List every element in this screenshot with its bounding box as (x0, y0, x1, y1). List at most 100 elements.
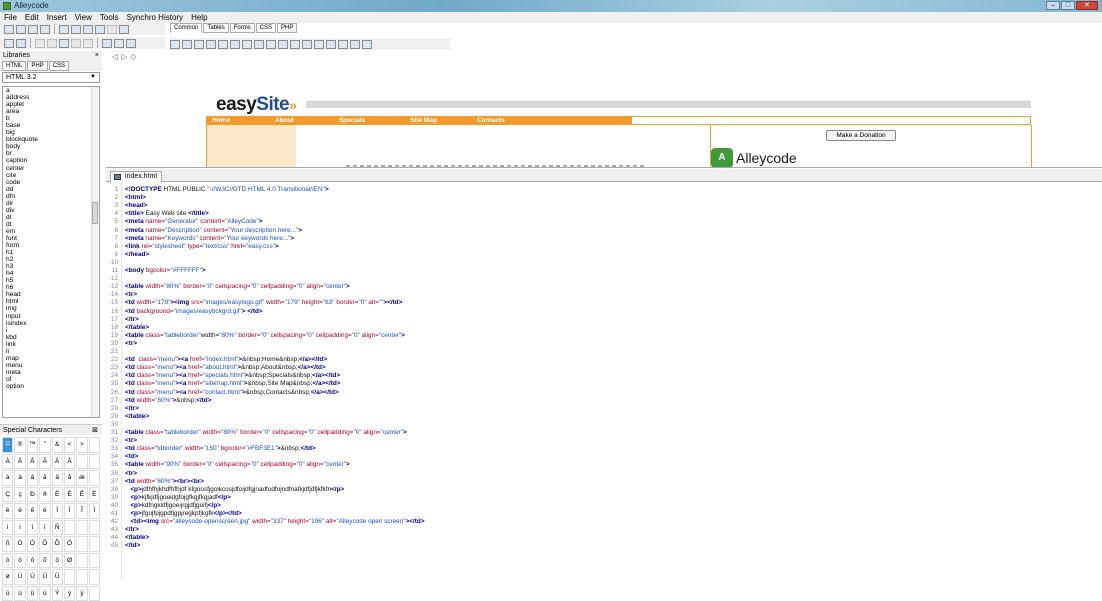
special-char-cell[interactable]: æ (76, 470, 87, 486)
tag-list-item[interactable]: h1 (3, 249, 99, 256)
indent-icon[interactable] (338, 40, 348, 49)
code-line[interactable]: 9</head> (106, 251, 1102, 259)
code-line[interactable]: 5<meta name="Generator" content="AlleyCo… (106, 218, 1102, 226)
special-char-cell[interactable]: Ø (64, 553, 75, 569)
paragraph-icon[interactable] (290, 40, 300, 49)
special-char-cell[interactable] (76, 520, 87, 536)
code-line[interactable]: 28</tr> (106, 405, 1102, 413)
menu-edit[interactable]: Edit (25, 12, 39, 23)
special-char-cell[interactable]: Ó (27, 536, 38, 552)
special-char-cell[interactable]: à (2, 470, 13, 486)
special-char-cell[interactable]: ó (14, 553, 25, 569)
special-char-cell[interactable]: Á (14, 454, 25, 470)
code-line[interactable]: 26<td class="menu"><a href="contact.html… (106, 389, 1102, 397)
insert-table-icon[interactable] (170, 40, 180, 49)
tag-list-item[interactable]: menu (3, 362, 99, 369)
tag-list-item[interactable]: br (3, 150, 99, 157)
tag-list-item[interactable]: isindex (3, 320, 99, 327)
tag-list-item[interactable]: center (3, 165, 99, 172)
code-line[interactable]: 2<html> (106, 194, 1102, 202)
insert-image-icon[interactable] (218, 40, 228, 49)
tag-list-item[interactable]: h3 (3, 263, 99, 270)
code-line[interactable]: 8<link rel="stylesheet" type="text/css" … (106, 243, 1102, 251)
insert-form-icon[interactable] (182, 40, 192, 49)
special-char-cell[interactable]: ô (27, 553, 38, 569)
close-button[interactable]: ✕ (1076, 1, 1098, 10)
menu-view[interactable]: View (75, 12, 92, 23)
special-char-cell[interactable]: < (64, 437, 75, 453)
code-line[interactable]: 30 (106, 421, 1102, 429)
tag-list-item[interactable]: head (3, 291, 99, 298)
special-char-cell[interactable] (64, 569, 75, 585)
libraries-close-icon[interactable]: × (95, 51, 99, 61)
libraries-tab-html[interactable]: HTML (2, 61, 26, 71)
code-line[interactable]: 42 <td><img src="alleycode-openscreen.jp… (106, 518, 1102, 526)
code-line[interactable]: 10 (106, 259, 1102, 267)
code-line[interactable]: 18</table> (106, 324, 1102, 332)
libraries-tab-css[interactable]: CSS (49, 61, 69, 71)
insert-break-icon[interactable] (230, 40, 240, 49)
special-char-cell[interactable]: û (27, 586, 38, 601)
tag-list-item[interactable]: dfn (3, 193, 99, 200)
tag-list-item[interactable]: code (3, 179, 99, 186)
color-icon[interactable] (314, 40, 324, 49)
tag-list-item[interactable]: h2 (3, 256, 99, 263)
insert-span-icon[interactable] (254, 40, 264, 49)
special-char-cell[interactable] (89, 437, 100, 453)
code-editor[interactable]: 1<!DOCTYPE HTML PUBLIC "-//W3C//DTD HTML… (106, 183, 1102, 579)
tag-list-item[interactable]: ol (3, 376, 99, 383)
special-char-cell[interactable]: & (52, 437, 63, 453)
tag-list-item[interactable]: img (3, 305, 99, 312)
menu-help[interactable]: Help (191, 12, 207, 23)
tag-list[interactable]: aaddressappletareabbasebigblockquotebody… (2, 86, 100, 418)
print-icon[interactable] (4, 39, 14, 48)
tab-css[interactable]: CSS (256, 23, 276, 33)
special-char-cell[interactable]: Î (76, 503, 87, 519)
special-char-cell[interactable]: ý (64, 586, 75, 601)
tag-list-item[interactable]: map (3, 355, 99, 362)
copy-icon[interactable] (47, 39, 57, 48)
special-char-cell[interactable]: Í (64, 503, 75, 519)
table-icon[interactable] (83, 25, 93, 34)
tag-list-item[interactable]: dl (3, 214, 99, 221)
special-char-cell[interactable] (89, 454, 100, 470)
tag-list-item[interactable]: em (3, 228, 99, 235)
code-line[interactable]: 24<td class="menu"><a href="specials.htm… (106, 372, 1102, 380)
code-line[interactable]: 11<body bgcolor="#FFFFFF"> (106, 267, 1102, 275)
code-line[interactable]: 22<td class="menu"><a href="index.html">… (106, 356, 1102, 364)
special-char-cell[interactable]: ® (14, 437, 25, 453)
publish-icon[interactable] (95, 25, 105, 34)
code-line[interactable]: 41 <p>jfgojfpjgpdfjgpjregkpfjkgfk</p></t… (106, 510, 1102, 518)
code-line[interactable]: 27<td width="60%">&nbsp;</td> (106, 397, 1102, 405)
code-line[interactable]: 43</tr> (106, 526, 1102, 534)
libraries-tab-php[interactable]: PHP (27, 61, 47, 71)
special-char-cell[interactable]: å (64, 470, 75, 486)
special-char-cell[interactable]: Â (27, 454, 38, 470)
tag-list-item[interactable]: div (3, 207, 99, 214)
open-folder-icon[interactable] (16, 25, 26, 34)
code-line[interactable]: 14<tr> (106, 291, 1102, 299)
special-char-cell[interactable]: Ù (14, 569, 25, 585)
special-char-cell[interactable]: â (27, 470, 38, 486)
special-char-cell[interactable]: ð (39, 487, 50, 503)
donate-button[interactable]: Make a Donation (826, 130, 896, 141)
special-char-cell[interactable] (89, 553, 100, 569)
special-char-cell[interactable]: Ö (64, 536, 75, 552)
code-line[interactable]: 29</table> (106, 413, 1102, 421)
tag-list-item[interactable]: big (3, 129, 99, 136)
special-char-cell[interactable]: ç (14, 487, 25, 503)
code-line[interactable]: 20<tr> (106, 340, 1102, 348)
special-char-cell[interactable]: Ô (39, 536, 50, 552)
preview-icon[interactable] (59, 25, 69, 34)
special-char-cell[interactable]: È (52, 487, 63, 503)
special-char-icon[interactable] (362, 40, 372, 49)
code-line[interactable]: 3<head> (106, 202, 1102, 210)
special-char-cell[interactable]: õ (39, 553, 50, 569)
code-line[interactable]: 1<!DOCTYPE HTML PUBLIC "-//W3C//DTD HTML… (106, 186, 1102, 194)
code-line[interactable]: 39 <p>kjfkjdfjgoeidgfojgfkgjfkgjadf</p> (106, 494, 1102, 502)
special-char-cell[interactable]: Ê (76, 487, 87, 503)
special-char-cell[interactable]: Ò (14, 536, 25, 552)
minimize-button[interactable]: – (1046, 1, 1060, 10)
tab-forms[interactable]: Forms (230, 23, 255, 33)
code-line[interactable]: 17</tr> (106, 316, 1102, 324)
